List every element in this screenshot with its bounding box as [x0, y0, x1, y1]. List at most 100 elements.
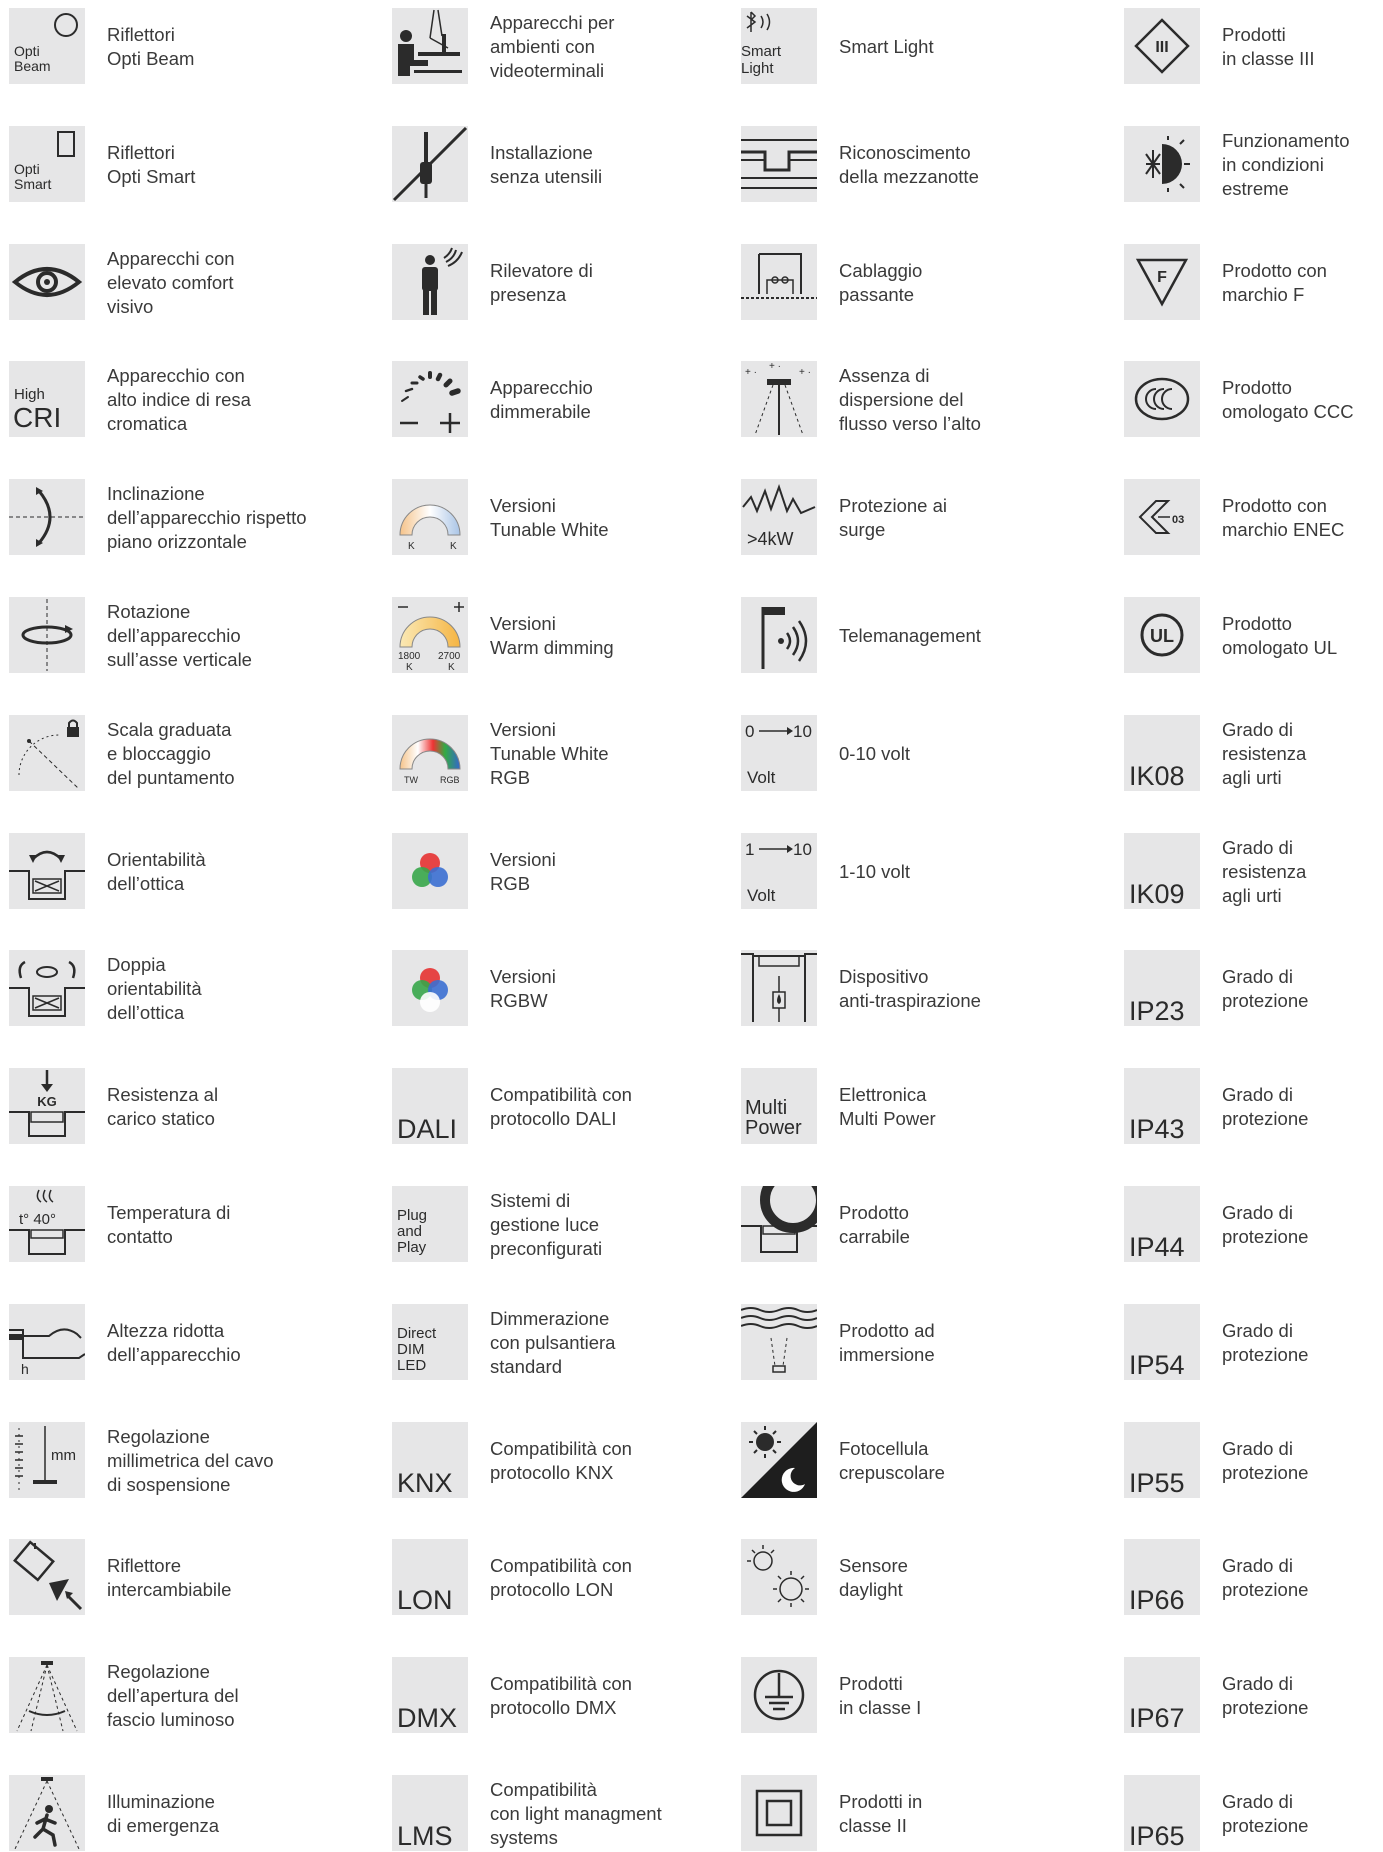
legend-label: Riflettore intercambiabile [107, 1554, 347, 1602]
legend-item: Apparecchi per ambienti con videoterminali [392, 8, 732, 85]
legend-label-line: Fotocellula [839, 1437, 929, 1459]
legend-label-line: Apparecchio [490, 376, 593, 398]
legend-label: Prodotto con marchio F [1222, 259, 1383, 307]
svg-text:IP23: IP23 [1129, 996, 1185, 1026]
legend-label-line: Prodotto con [1222, 494, 1327, 516]
legend-label-line: Prodotti [839, 1672, 903, 1694]
legend-label-line: Compatibilità con [490, 1437, 632, 1459]
legend-item: Illuminazione di emergenza [9, 1775, 349, 1852]
legend-label: Compatibilità con protocollo DMX [490, 1672, 730, 1720]
high-cri-icon: High CRI [9, 361, 85, 437]
legend-label-line: protocollo DMX [490, 1696, 617, 1718]
graduated-scale-lock-icon [9, 715, 85, 791]
legend-label-line: agli urti [1222, 884, 1282, 906]
legend-label-line: orientabilità [107, 977, 202, 999]
legend-item: Funzionamento in condizioni estreme [1124, 126, 1383, 203]
legend-label: Compatibilità con protocollo KNX [490, 1437, 730, 1485]
legend-label-line: Grado di [1222, 718, 1293, 740]
legend-label-line: Grado di [1222, 836, 1293, 858]
legend-item: Plug and Play Sistemi di gestione luce precon… [392, 1186, 732, 1263]
legend-label-line: dell’ottica [107, 1001, 185, 1023]
legend-item: IP55 Grado di protezione [1124, 1422, 1383, 1499]
legend-label-line: di sospensione [107, 1473, 231, 1495]
legend-label: Telemanagement [839, 624, 1079, 648]
lon-icon: LON [392, 1539, 468, 1615]
dali-icon: DALI [392, 1068, 468, 1144]
no-upward-light-icon: + · + · + · [741, 361, 817, 437]
legend-label-line: Temperatura di [107, 1201, 231, 1223]
legend-label: Apparecchi per ambienti con videoterminali [490, 11, 730, 83]
legend-label-line: protezione [1222, 1696, 1309, 1718]
legend-item: >4kW Protezione ai surge [741, 479, 1081, 556]
legend-label: Compatibilità con protocollo DALI [490, 1083, 730, 1131]
svg-text:K: K [406, 662, 413, 673]
svg-text:CRI: CRI [13, 402, 61, 433]
legend-label-line: omologato CCC [1222, 400, 1354, 422]
legend-item: t° 40° Temperatura di contatto [9, 1186, 349, 1263]
legend-label-line: Prodotto con [1222, 259, 1327, 281]
svg-text:10: 10 [793, 840, 812, 859]
opti-smart-icon: Opti Smart [9, 126, 85, 202]
extreme-conditions-icon [1124, 126, 1200, 202]
svg-text:>4kW: >4kW [747, 529, 794, 549]
legend-label-line: RGB [490, 766, 531, 788]
legend-label-line: protezione [1222, 1225, 1309, 1247]
svg-text:1800: 1800 [398, 651, 421, 662]
optic-orientation-icon [9, 833, 85, 909]
legend-label-line: RGBW [490, 989, 548, 1011]
presence-detector-icon [392, 244, 468, 320]
legend-label-line: Rilevatore di [490, 259, 593, 281]
legend-label-line: dell’apparecchio [107, 1343, 241, 1365]
icon-legend-grid: Opti Beam Riflettori Opti Beam Opti Smart Rifl… [0, 0, 1383, 1851]
svg-text:Smart: Smart [741, 43, 782, 60]
legend-item: Cablaggio passante [741, 244, 1081, 321]
svg-text:mm: mm [51, 1447, 76, 1464]
svg-text:Power: Power [745, 1117, 802, 1139]
svg-text:IP66: IP66 [1129, 1585, 1185, 1615]
svg-text:2700: 2700 [438, 651, 461, 662]
legend-label-line: Protezione ai [839, 494, 947, 516]
legend-item: 0 10 Volt 0-10 volt [741, 715, 1081, 792]
legend-label: Assenza di dispersione del flusso verso l’… [839, 364, 1079, 436]
legend-label: Grado di protezione [1222, 1672, 1383, 1720]
legend-label-line: con light managment [490, 1802, 662, 1824]
smart-light-icon: Smart Light [741, 8, 817, 84]
svg-text:Multi: Multi [745, 1097, 787, 1119]
legend-label-line: surge [839, 518, 886, 540]
legend-label-line: del puntamento [107, 766, 235, 788]
anti-condensation-icon [741, 950, 817, 1026]
legend-label-line: Altezza ridotta [107, 1319, 225, 1341]
legend-label-line: dell’ottica [107, 872, 185, 894]
legend-label-line: protezione [1222, 1343, 1309, 1365]
legend-label: Grado di protezione [1222, 1319, 1383, 1367]
legend-label: Prodotto omologato UL [1222, 612, 1383, 660]
legend-item: IP54 Grado di protezione [1124, 1304, 1383, 1381]
legend-label-line: Regolazione [107, 1660, 210, 1682]
legend-label-line: 1-10 volt [839, 860, 910, 882]
plug-and-play-icon: Plug and Play [392, 1186, 468, 1262]
legend-item: Installazione senza utensili [392, 126, 732, 203]
legend-label-line: resistenza [1222, 742, 1307, 764]
legend-label-line: classe II [839, 1814, 907, 1836]
drive-over-icon [741, 1186, 817, 1262]
legend-label-line: Versioni [490, 848, 556, 870]
legend-label-line: Tunable White [490, 518, 609, 540]
svg-text:Plug: Plug [397, 1207, 427, 1224]
legend-label-line: Prodotto [1222, 376, 1292, 398]
legend-label: Prodotti in classe I [839, 1672, 1079, 1720]
legend-item: Apparecchi con elevato comfort visivo [9, 244, 349, 321]
legend-item: UL Prodotto omologato UL [1124, 597, 1383, 674]
legend-label-line: dell’apertura del [107, 1684, 239, 1706]
legend-item: Scala graduata e bloccaggio del puntamento [9, 715, 349, 792]
legend-item: LMS Compatibilità con light managment syste… [392, 1775, 732, 1852]
legend-label-line: Apparecchi con [107, 247, 235, 269]
legend-item: F Prodotto con marchio F [1124, 244, 1383, 321]
legend-item: K K Versioni Tunable White [392, 479, 732, 556]
legend-item: IK08 Grado di resistenza agli urti [1124, 715, 1383, 792]
legend-label-line: Regolazione [107, 1425, 210, 1447]
legend-label: Grado di resistenza agli urti [1222, 718, 1383, 790]
legend-label-line: Versioni [490, 494, 556, 516]
svg-text:DMX: DMX [397, 1703, 457, 1733]
svg-text:IK08: IK08 [1129, 761, 1185, 791]
svg-text:IP43: IP43 [1129, 1114, 1185, 1144]
